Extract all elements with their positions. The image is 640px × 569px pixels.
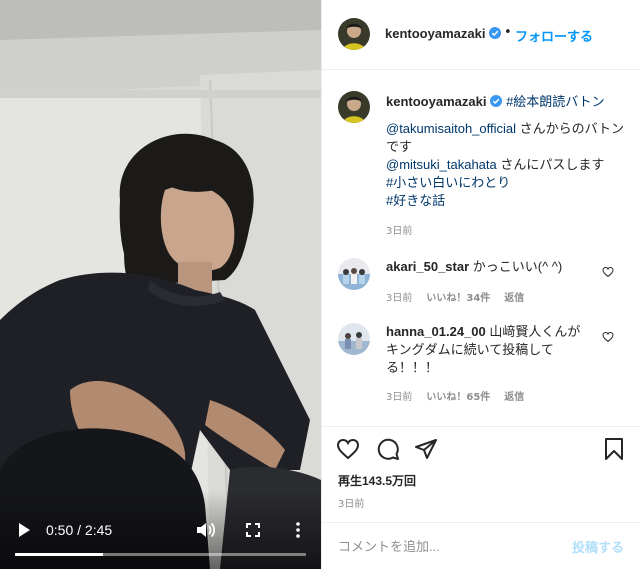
commenter-username[interactable]: akari_50_star: [386, 259, 469, 274]
bookmark-icon[interactable]: [602, 437, 626, 461]
fullscreen-button[interactable]: [243, 519, 263, 541]
more-options-button[interactable]: [288, 519, 308, 541]
comment-meta: 3日前 いいね！34件 返信: [386, 289, 538, 304]
comment-time[interactable]: 3日前: [386, 293, 412, 304]
play-button[interactable]: [14, 520, 34, 540]
commenter-avatar[interactable]: [338, 323, 370, 355]
video-progress-bar[interactable]: [15, 553, 306, 556]
caption-username[interactable]: kentooyamazaki: [386, 94, 486, 109]
more-vertical-icon: [296, 522, 300, 538]
commenter-avatar[interactable]: [338, 258, 370, 290]
video-time: 0:50 / 2:45: [46, 522, 113, 538]
comment-text: hanna_01.24_00 山﨑賢人くんがキングダムに続いて投稿してる！！！: [386, 323, 591, 377]
fullscreen-icon: [246, 523, 260, 537]
caption-hashtag-2[interactable]: #小さい白いにわとり: [386, 175, 510, 190]
caption-mention-2[interactable]: @mitsuki_takahata: [386, 157, 497, 172]
commenter-avatar-image: [338, 323, 370, 355]
view-count[interactable]: 再生143.5万回: [338, 472, 416, 489]
video-progress-fill: [15, 553, 104, 556]
author-avatar-image: [338, 18, 370, 50]
volume-icon: [197, 522, 216, 538]
reply-button[interactable]: 返信: [504, 293, 524, 304]
comment-icon[interactable]: [376, 437, 400, 461]
comment-likes[interactable]: いいね！34件: [426, 293, 490, 304]
commenter-avatar-image: [338, 258, 370, 290]
separator-dot: •: [504, 25, 512, 40]
post-time[interactable]: 3日前: [338, 495, 364, 510]
like-comment-heart-icon[interactable]: [602, 331, 614, 343]
reply-button[interactable]: 返信: [504, 392, 524, 403]
comment-time[interactable]: 3日前: [386, 392, 412, 403]
caption-avatar-image: [338, 91, 370, 123]
caption-hashtag-title[interactable]: #絵本朗読バトン: [506, 94, 605, 109]
heart-icon[interactable]: [336, 437, 360, 461]
comment-likes[interactable]: いいね！65件: [426, 392, 490, 403]
verified-badge-icon: [490, 95, 503, 107]
volume-button[interactable]: [195, 519, 217, 541]
comments-list[interactable]: kentooyamazaki #絵本朗読バトン @takumisaitoh_of…: [322, 71, 640, 426]
author-username[interactable]: kentooyamazaki: [385, 26, 502, 41]
comment-content: かっこいい(^ ^): [472, 259, 563, 274]
follow-button[interactable]: フォローする: [515, 26, 593, 45]
video-controls: 0:50 / 2:45: [0, 507, 321, 569]
caption-avatar[interactable]: [338, 91, 370, 123]
caption-time[interactable]: 3日前: [386, 222, 412, 237]
comment-meta: 3日前 いいね！65件 返信: [386, 388, 538, 403]
author-username-text[interactable]: kentooyamazaki: [385, 26, 485, 41]
author-avatar[interactable]: [338, 18, 370, 50]
caption-mention-1[interactable]: @takumisaitoh_official: [386, 121, 516, 136]
comment-text: akari_50_star かっこいい(^ ^): [386, 258, 591, 276]
play-icon: [19, 523, 30, 537]
add-comment-section: 投稿する: [322, 522, 640, 569]
caption-text: kentooyamazaki #絵本朗読バトン @takumisaitoh_of…: [386, 93, 626, 210]
commenter-username[interactable]: hanna_01.24_00: [386, 324, 486, 339]
post-side-panel: kentooyamazaki • フォローする kentooyamazaki #…: [321, 0, 640, 569]
video-frame: [0, 0, 321, 569]
like-comment-heart-icon[interactable]: [602, 266, 614, 278]
post-actions: 再生143.5万回 3日前: [322, 426, 640, 522]
post-comment-button[interactable]: 投稿する: [572, 537, 624, 556]
comment-input[interactable]: [338, 535, 538, 557]
verified-badge-icon: [489, 27, 502, 39]
caption-hashtag-3[interactable]: #好きな話: [386, 193, 445, 208]
video-player[interactable]: 0:50 / 2:45: [0, 0, 321, 569]
share-icon[interactable]: [414, 437, 438, 461]
caption-text-2: さんにパスします: [496, 157, 605, 172]
post-header: kentooyamazaki • フォローする: [322, 0, 640, 70]
